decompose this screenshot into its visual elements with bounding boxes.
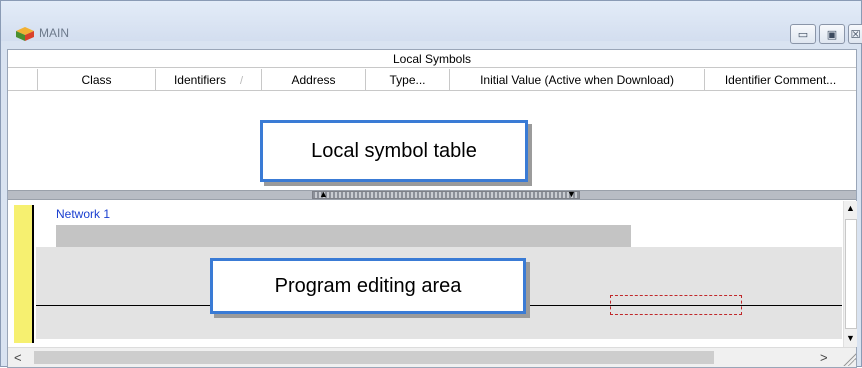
callout-local-symbol-table: Local symbol table <box>260 120 528 182</box>
collapse-up-icon[interactable]: ▲ <box>319 189 328 199</box>
network-label[interactable]: Network 1 <box>56 207 110 221</box>
column-header-type[interactable]: Type... <box>366 69 450 91</box>
column-header-class[interactable]: Class <box>38 69 156 91</box>
column-header-identifier-comment[interactable]: Identifier Comment... <box>705 69 856 91</box>
title-bar[interactable]: MAIN ▭ ▣ ☒ <box>1 1 862 44</box>
close-button[interactable]: ☒ <box>848 24 862 44</box>
row-header-gutter <box>8 69 38 91</box>
resize-grip-icon[interactable] <box>842 352 856 366</box>
main-window: MAIN ▭ ▣ ☒ Local Symbols Class Identifie… <box>0 0 862 368</box>
pane-splitter[interactable]: ▲ ▼ <box>8 189 856 200</box>
symbol-column-headers: Class Identifiers / Address Type... Initi… <box>8 69 856 91</box>
horizontal-scrollbar[interactable]: < > <box>8 347 856 367</box>
minimize-button[interactable]: ▭ <box>790 24 816 44</box>
collapse-down-icon[interactable]: ▼ <box>567 189 576 199</box>
column-header-initial-value[interactable]: Initial Value (Active when Download) <box>450 69 705 91</box>
scroll-right-icon[interactable]: > <box>820 350 828 365</box>
scroll-up-icon[interactable]: ▲ <box>846 203 855 213</box>
minimize-icon: ▭ <box>797 28 809 41</box>
scroll-down-icon[interactable]: ▼ <box>846 333 855 343</box>
horizontal-scroll-thumb[interactable] <box>34 351 714 364</box>
vertical-scroll-thumb[interactable] <box>845 219 857 329</box>
maximize-button[interactable]: ▣ <box>819 24 845 44</box>
window-title: MAIN <box>39 26 69 40</box>
network-power-rail <box>14 205 34 343</box>
callout-program-editing-area: Program editing area <box>210 258 526 314</box>
vertical-scrollbar[interactable]: ▲ ▼ <box>843 201 857 347</box>
sort-indicator-icon: / <box>239 75 244 87</box>
maximize-icon: ▣ <box>826 28 838 41</box>
local-symbols-header: Local Symbols <box>8 50 856 68</box>
client-area: Local Symbols Class Identifiers / Address… <box>7 49 857 368</box>
scroll-left-icon[interactable]: < <box>14 350 22 365</box>
splitter-grip[interactable]: ▲ ▼ <box>312 189 580 199</box>
network-comment-bar[interactable] <box>56 225 631 247</box>
column-header-identifiers[interactable]: Identifiers / <box>156 69 262 91</box>
close-icon: ☒ <box>850 28 861 41</box>
app-cube-icon <box>15 27 35 41</box>
column-header-address[interactable]: Address <box>262 69 366 91</box>
edit-cursor[interactable] <box>610 295 742 315</box>
